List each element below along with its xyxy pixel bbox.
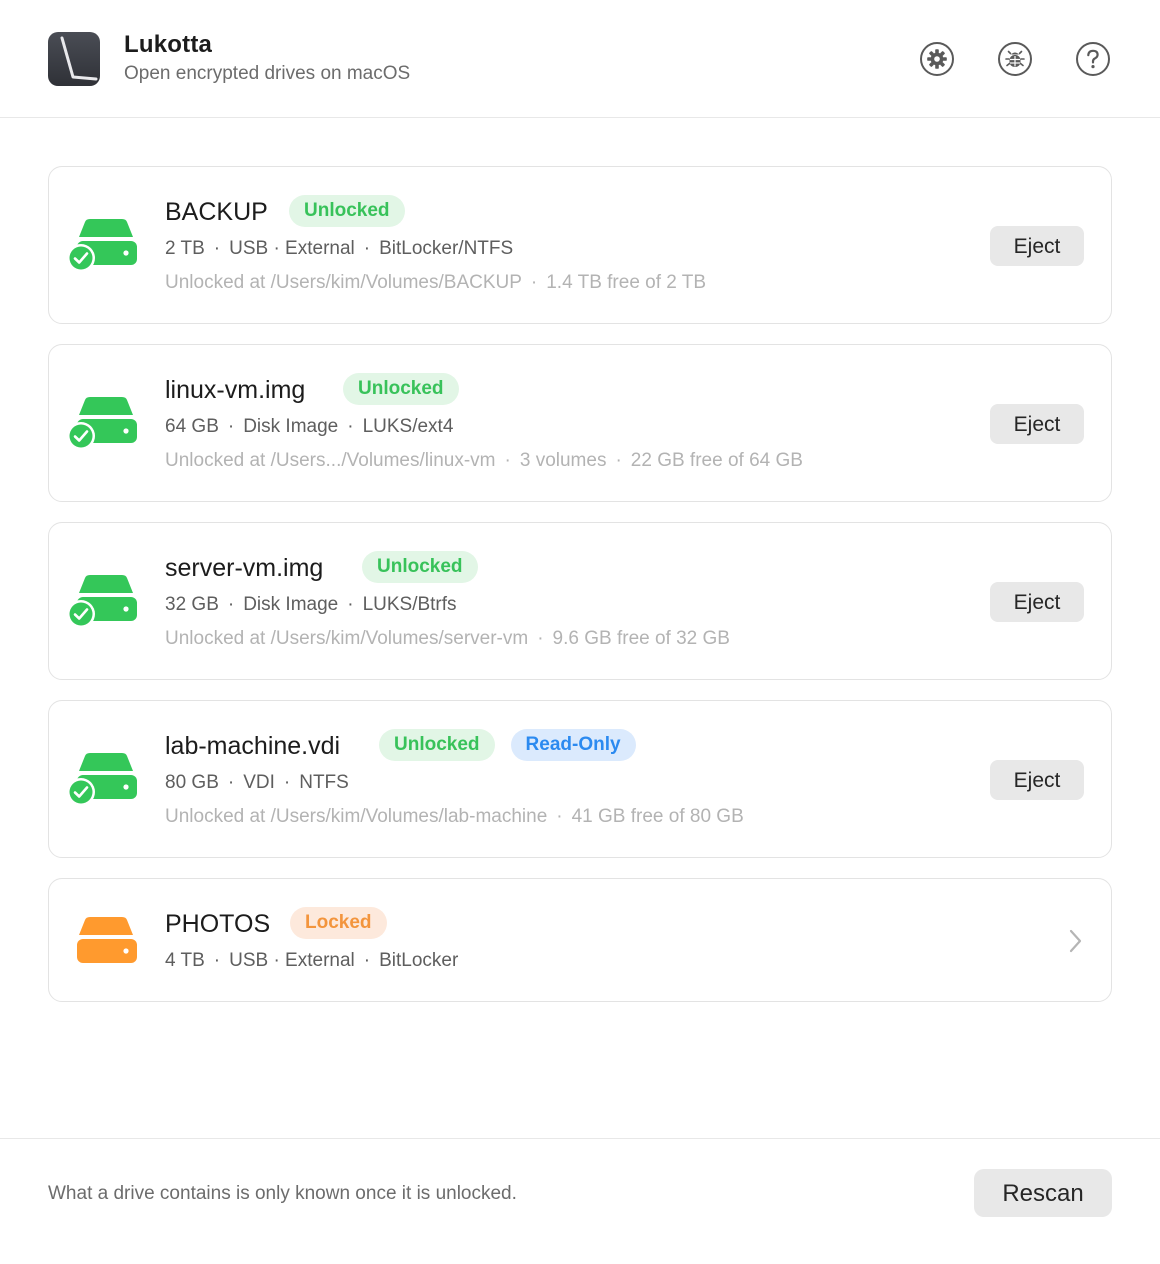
- drive-format: BitLocker: [379, 950, 459, 971]
- drive-badges: Locked: [290, 907, 387, 939]
- footer-note: What a drive contains is only known once…: [48, 1183, 517, 1204]
- drive-meta: 80 GB · VDI · NTFS: [165, 772, 349, 793]
- drive-unlocked-icon: [65, 217, 139, 273]
- mount-path: Unlocked at /Users/kim/Volumes/BACKUP: [165, 272, 522, 293]
- status-badge-unlocked: Unlocked: [343, 373, 459, 405]
- drive-format: NTFS: [299, 772, 349, 793]
- drive-name: linux-vm.img: [165, 376, 306, 404]
- drive-name: lab-machine.vdi: [165, 732, 341, 760]
- status-badge-unlocked: Unlocked: [289, 195, 405, 227]
- drive-card-lab-machine[interactable]: lab-machine.vdi Unlocked Read-Only 80 GB…: [48, 700, 1112, 858]
- drive-format: BitLocker/NTFS: [379, 238, 514, 259]
- drive-card-backup[interactable]: BACKUP Unlocked 2 TB · USB · External · BitL…: [48, 166, 1112, 324]
- drive-badges: Unlocked Read-Only: [379, 729, 636, 761]
- free-space: 41 GB free of 80 GB: [571, 806, 744, 827]
- drive-size: 80 GB: [165, 772, 219, 793]
- drive-badges: Unlocked: [362, 551, 478, 583]
- footer: What a drive contains is only known once…: [0, 1138, 1160, 1264]
- mount-path: Unlocked at /Users.../Volumes/linux-vm: [165, 450, 496, 471]
- drive-name: PHOTOS: [165, 910, 271, 938]
- drive-card-server-vm[interactable]: server-vm.img Unlocked 32 GB · Disk Image ·…: [48, 522, 1112, 680]
- drive-unlocked-icon: [65, 573, 139, 629]
- settings-gear-icon[interactable]: [919, 41, 955, 77]
- help-question-icon[interactable]: [1075, 41, 1111, 77]
- rescan-button[interactable]: Rescan: [974, 1169, 1112, 1217]
- eject-button[interactable]: Eject: [990, 226, 1084, 266]
- drive-meta: 4 TB · USB · External · BitLocker: [165, 950, 459, 971]
- free-space: 22 GB free of 64 GB: [630, 450, 803, 471]
- status-badge-read-only: Read-Only: [510, 729, 636, 761]
- drive-meta: 32 GB · Disk Image · LUKS/Btrfs: [165, 594, 457, 615]
- drive-detail: Unlocked at /Users.../Volumes/linux-vm · 3…: [165, 450, 803, 471]
- drive-name: BACKUP: [165, 198, 268, 226]
- drive-unlocked-icon: [65, 395, 139, 451]
- mount-path: Unlocked at /Users/kim/Volumes/lab-machi…: [165, 806, 548, 827]
- eject-button[interactable]: Eject: [990, 582, 1084, 622]
- eject-button[interactable]: Eject: [990, 404, 1084, 444]
- drive-size: 64 GB: [165, 416, 219, 437]
- status-badge-unlocked: Unlocked: [362, 551, 478, 583]
- header: Lukotta Open encrypted drives on macOS: [0, 0, 1160, 118]
- status-badge-locked: Locked: [290, 907, 387, 939]
- bug-icon[interactable]: [997, 41, 1033, 77]
- drive-format: LUKS/Btrfs: [362, 594, 457, 615]
- drive-detail: Unlocked at /Users/kim/Volumes/server-vm…: [165, 628, 730, 649]
- drive-connection: USB · External: [229, 238, 355, 259]
- status-badge-unlocked: Unlocked: [379, 729, 495, 761]
- free-space: 1.4 TB free of 2 TB: [546, 272, 707, 293]
- drive-badges: Unlocked: [343, 373, 459, 405]
- drive-size: 2 TB: [165, 238, 205, 259]
- drive-format: LUKS/ext4: [362, 416, 454, 437]
- app-window: Lukotta Open encrypted drives on macOS B…: [0, 0, 1160, 1264]
- drive-size: 32 GB: [165, 594, 219, 615]
- drive-card-photos[interactable]: PHOTOS Locked 4 TB · USB · External · BitLoc…: [48, 878, 1112, 1002]
- drive-connection: USB · External: [229, 950, 355, 971]
- mount-path: Unlocked at /Users/kim/Volumes/server-vm: [165, 628, 529, 649]
- drive-card-linux-vm[interactable]: linux-vm.img Unlocked 64 GB · Disk Image · L…: [48, 344, 1112, 502]
- drive-detail: Unlocked at /Users/kim/Volumes/lab-machi…: [165, 806, 744, 827]
- drive-unlocked-icon: [65, 751, 139, 807]
- drive-connection: Disk Image: [243, 594, 339, 615]
- app-logo-icon: [48, 32, 100, 86]
- drive-locked-icon: [65, 915, 139, 971]
- drive-name: server-vm.img: [165, 554, 324, 582]
- drive-meta: 64 GB · Disk Image · LUKS/ext4: [165, 416, 454, 437]
- drive-connection: Disk Image: [243, 416, 339, 437]
- drive-badges: Unlocked: [289, 195, 405, 227]
- volume-count: 3 volumes: [519, 450, 607, 471]
- drive-detail: Unlocked at /Users/kim/Volumes/BACKUP · 1.…: [165, 272, 707, 293]
- free-space: 9.6 GB free of 32 GB: [552, 628, 730, 649]
- chevron-right-icon[interactable]: [1065, 927, 1085, 955]
- eject-button[interactable]: Eject: [990, 760, 1084, 800]
- drive-meta: 2 TB · USB · External · BitLocker/NTFS: [165, 238, 514, 259]
- app-title: Lukotta: [124, 31, 213, 58]
- drive-connection: VDI: [243, 772, 275, 793]
- app-subtitle: Open encrypted drives on macOS: [124, 63, 411, 84]
- drive-size: 4 TB: [165, 950, 205, 971]
